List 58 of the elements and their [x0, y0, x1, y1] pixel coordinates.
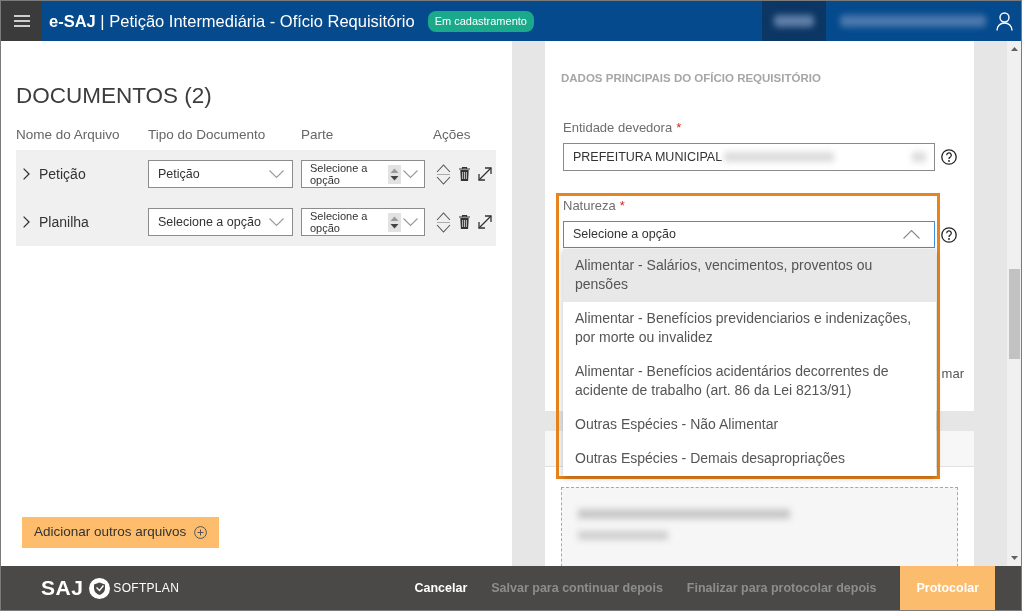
user-icon[interactable] [996, 11, 1013, 31]
field-label: Entidade devedora [563, 120, 673, 136]
help-icon[interactable] [941, 149, 957, 165]
expand-arrow-icon[interactable] [478, 167, 492, 181]
trash-icon[interactable] [459, 167, 470, 181]
covered-text: mar [941, 365, 964, 383]
sort-arrows-icon[interactable] [436, 211, 451, 233]
blurred-block [762, 1, 826, 41]
chevron-down-icon [269, 170, 284, 178]
chevron-right-icon[interactable] [23, 216, 30, 228]
column-header: Ações [433, 127, 472, 143]
field-label: Natureza [563, 198, 616, 214]
brand-text: SOFTPLAN [113, 580, 180, 597]
status-badge: Em cadastramento [427, 10, 534, 32]
chevron-down-icon [403, 218, 418, 226]
add-files-button[interactable]: Adicionar outros arquivos [22, 517, 220, 548]
expand-arrow-icon[interactable] [478, 215, 492, 229]
dropdown-option[interactable]: Outras Espécies - Não Alimentar [563, 408, 936, 442]
column-header: Parte [301, 127, 335, 143]
chevron-down-icon [269, 218, 284, 226]
menu-icon [13, 15, 30, 27]
page-title: e-SAJ | Petição Intermediária - Ofício Requisitório [49, 10, 415, 32]
file-name: Planilha [39, 212, 89, 232]
scroll-up-icon[interactable] [1010, 47, 1018, 51]
required-asterisk: * [676, 120, 682, 136]
card-title: DADOS PRINCIPAIS DO OFÍCIO REQUISITÓRIO [561, 71, 822, 86]
scroll-down-icon[interactable] [1010, 556, 1018, 560]
column-header: Tipo do Documento [148, 127, 267, 143]
section-heading: DOCUMENTOS (2) [16, 82, 213, 110]
menu-button[interactable] [1, 1, 42, 41]
text-field[interactable]: PREFEITURA MUNICIPAL [563, 143, 935, 171]
logo-text: SAJ [41, 575, 84, 602]
trash-icon[interactable] [459, 215, 470, 229]
dropdown-option[interactable]: Alimentar - Benefícios acidentários decorrentes de acidente de trabalho (art. 86 da Lei 8213/91) [563, 355, 936, 408]
chevron-down-icon [403, 170, 418, 178]
select-field[interactable]: Selecione a opção [563, 221, 935, 248]
file-name: Petição [39, 164, 86, 184]
chevron-up-icon [903, 230, 920, 239]
spinner-icon[interactable] [388, 212, 401, 232]
required-asterisk: * [619, 198, 625, 214]
help-icon[interactable] [941, 226, 957, 243]
dropdown-option[interactable]: Outras Espécies - Demais desapropriações [563, 442, 936, 476]
spinner-icon[interactable] [388, 164, 401, 184]
document-type-select[interactable]: Petição [148, 160, 293, 188]
party-select[interactable]: Selecione a opção [301, 160, 425, 188]
footer-button[interactable]: Cancelar [402, 566, 480, 610]
scrollbar-track[interactable] [1007, 41, 1021, 566]
scrollbar-thumb[interactable] [1008, 269, 1020, 359]
document-type-select[interactable]: Selecione a opção [148, 208, 293, 236]
dropdown-option[interactable]: Alimentar - Salários, vencimentos, proventos ou pensões [563, 249, 936, 302]
party-select[interactable]: Selecione a opção [301, 208, 425, 236]
blurred-text [912, 152, 926, 162]
sort-arrows-icon[interactable] [436, 163, 451, 185]
dropdown-option[interactable]: Alimentar - Benefícios previdenciarios e indenizações, por morte ou invalidez [563, 302, 936, 355]
chevron-right-icon[interactable] [23, 168, 30, 180]
shield-emblem-icon [89, 577, 111, 599]
column-header: Nome do Arquivo [16, 127, 121, 143]
plus-circle-icon [194, 526, 208, 539]
